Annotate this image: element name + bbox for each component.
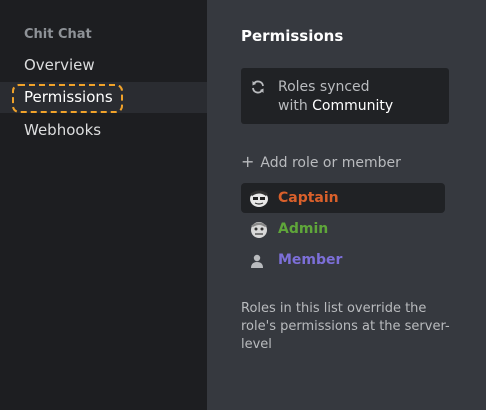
role-name-member: Member (278, 252, 343, 268)
main-panel: Permissions Roles synced with Community … (207, 0, 486, 410)
sync-line-1: Roles synced (278, 79, 370, 95)
role-row-admin[interactable]: Admin (241, 214, 445, 244)
sidebar-item-overview[interactable]: Overview (0, 50, 207, 81)
role-name-captain: Captain (278, 190, 339, 206)
sync-line-2-prefix: with (278, 98, 313, 114)
sync-line-2: with Community (278, 97, 438, 116)
plus-icon: + (241, 152, 255, 171)
sync-text: Roles synced with Community (278, 78, 438, 116)
cartoon-avatar-icon (248, 188, 270, 208)
add-role-button[interactable]: + Add role or member (241, 152, 401, 172)
cartoon-avatar-icon (248, 219, 270, 239)
sidebar: Chit Chat Overview Permissions Webhooks (0, 0, 207, 410)
sidebar-item-permissions[interactable]: Permissions (0, 82, 207, 113)
sidebar-header: Chit Chat (24, 27, 92, 42)
sync-target: Community (312, 98, 394, 114)
role-row-captain[interactable]: Captain (241, 183, 445, 213)
page-title: Permissions (241, 27, 344, 45)
person-icon (251, 253, 263, 268)
role-name-admin: Admin (278, 221, 329, 237)
role-row-member[interactable]: Member (241, 245, 445, 275)
info-text: Roles in this list override the role's p… (241, 301, 450, 352)
add-role-label: Add role or member (260, 155, 401, 171)
sidebar-item-webhooks[interactable]: Webhooks (0, 115, 207, 146)
sync-icon (250, 79, 266, 95)
roles-synced-box: Roles synced with Community (241, 68, 449, 124)
